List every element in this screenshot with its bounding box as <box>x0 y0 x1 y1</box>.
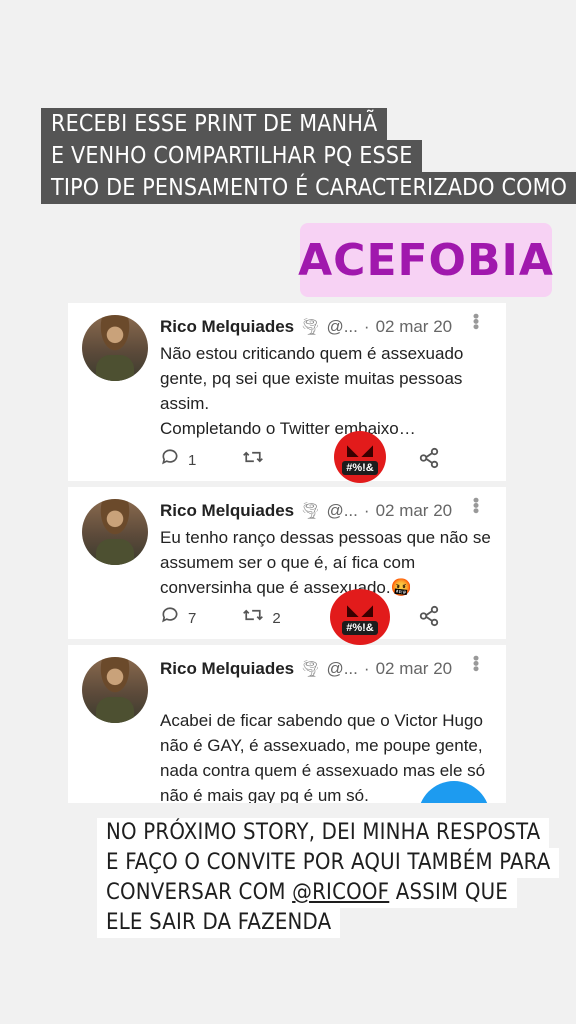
retweet-button[interactable]: 2 <box>242 605 281 631</box>
reply-button[interactable]: 1 <box>160 447 196 473</box>
swear-symbols: #%!& <box>342 461 378 475</box>
angry-eyes-icon: ◣ ◢ <box>347 602 373 618</box>
tweet-3[interactable]: Rico Melquiades 🌪 @... · 02 mar 20 ••• A… <box>68 645 506 803</box>
tweet-text: Não estou criticando quem é assexuado ge… <box>160 344 464 438</box>
tweet-2[interactable]: Rico Melquiades 🌪 @... · 02 mar 20 ••• E… <box>68 487 506 645</box>
comment-icon <box>160 447 180 473</box>
acefobia-highlight: ACEFOBIA <box>298 223 553 297</box>
bottom-caption: NO PRÓXIMO STORY, DEI MINHA RESPOSTA E F… <box>97 818 560 938</box>
tornado-icon: 🌪 <box>300 319 321 336</box>
author-name[interactable]: Rico Melquiades <box>160 659 294 679</box>
author-handle[interactable]: @... <box>326 659 357 679</box>
share-icon[interactable] <box>418 605 440 633</box>
avatar[interactable] <box>82 499 148 565</box>
tweet-text: Eu tenho ranço dessas pessoas que não se… <box>160 528 491 597</box>
tweet-date[interactable]: 02 mar 20 <box>376 317 453 337</box>
bottom-caption-line-1: NO PRÓXIMO STORY, DEI MINHA RESPOSTA <box>97 818 550 848</box>
top-caption-line-1: RECEBI ESSE PRINT DE MANHÃ <box>41 108 388 140</box>
more-icon[interactable]: ••• <box>465 313 486 329</box>
tornado-icon: 🌪 <box>300 661 321 678</box>
more-icon[interactable]: ••• <box>465 497 486 513</box>
avatar[interactable] <box>82 315 148 381</box>
angry-face-sticker: ◣ ◢ #%!& <box>330 589 390 645</box>
top-caption-line-2: E VENHO COMPARTILHAR PQ ESSE <box>41 140 423 172</box>
caption-text: CONVERSAR COM <box>106 880 293 905</box>
top-caption-line-3: TIPO DE PENSAMENTO É CARACTERIZADO COMO <box>41 172 576 204</box>
reply-count: 7 <box>188 609 197 627</box>
separator-dot: · <box>363 659 370 678</box>
caption-text: ASSIM QUE <box>389 880 508 905</box>
top-caption: RECEBI ESSE PRINT DE MANHÃ E VENHO COMPA… <box>41 108 576 204</box>
reply-button[interactable]: 7 <box>160 605 196 631</box>
tweet-actions: 1 <box>160 447 296 473</box>
retweet-button[interactable] <box>242 447 272 473</box>
tweet-header: Rico Melquiades 🌪 @... · 02 mar 20 <box>160 499 452 523</box>
tweets-screenshot: Rico Melquiades 🌪 @... · 02 mar 20 ••• N… <box>68 303 506 803</box>
bottom-caption-line-2: E FAÇO O CONVITE POR AQUI TAMBÉM PARA <box>97 848 560 878</box>
separator-dot: · <box>363 501 370 520</box>
mention-link[interactable]: @RICOOF <box>292 880 389 905</box>
tweet-date[interactable]: 02 mar 20 <box>376 659 453 679</box>
retweet-icon <box>242 447 264 473</box>
bottom-caption-line-4: ELE SAIR DA FAZENDA <box>97 908 341 938</box>
reply-count: 1 <box>188 451 197 469</box>
comment-icon <box>160 605 180 631</box>
more-icon[interactable]: ••• <box>465 655 486 671</box>
avatar[interactable] <box>82 657 148 723</box>
author-name[interactable]: Rico Melquiades <box>160 501 294 521</box>
tweet-actions: 7 2 <box>160 605 305 631</box>
tweet-header: Rico Melquiades 🌪 @... · 02 mar 20 <box>160 657 452 681</box>
angry-face-sticker: ◣ ◢ #%!& <box>334 431 386 483</box>
tweet-1[interactable]: Rico Melquiades 🌪 @... · 02 mar 20 ••• N… <box>68 303 506 483</box>
tweet-date[interactable]: 02 mar 20 <box>376 501 453 521</box>
tornado-icon: 🌪 <box>300 503 321 520</box>
author-handle[interactable]: @... <box>326 501 357 521</box>
tweet-header: Rico Melquiades 🌪 @... · 02 mar 20 <box>160 315 452 339</box>
bottom-caption-line-3: CONVERSAR COM @RICOOF ASSIM QUE <box>97 878 517 908</box>
retweet-count: 2 <box>272 609 281 627</box>
share-icon[interactable] <box>418 447 440 475</box>
author-name[interactable]: Rico Melquiades <box>160 317 294 337</box>
retweet-icon <box>242 605 264 631</box>
separator-dot: · <box>363 317 370 336</box>
swear-symbols: #%!& <box>342 621 378 635</box>
author-handle[interactable]: @... <box>326 317 357 337</box>
angry-eyes-icon: ◣ ◢ <box>347 442 373 458</box>
